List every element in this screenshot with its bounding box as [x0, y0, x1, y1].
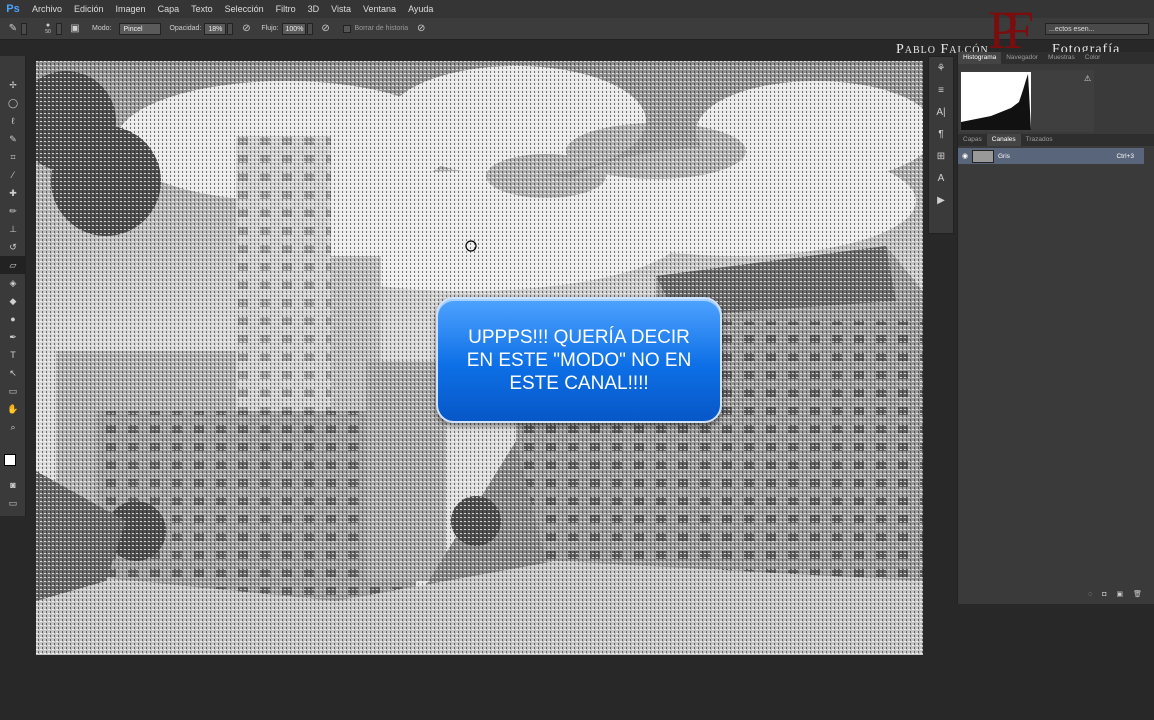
histogram-tab-row: Histograma Navegador Muestras Color: [958, 52, 1154, 64]
menu-3d[interactable]: 3D: [302, 4, 326, 14]
flow-dropdown[interactable]: [306, 22, 313, 35]
collapsed-panels-strip: ⚘ ≡ A| ¶ ⊞ A ▶: [928, 56, 954, 234]
opacity-label: Opacidad:: [169, 25, 202, 32]
airbrush-icon[interactable]: ⊘: [319, 22, 333, 36]
eraser-tool-button-icon[interactable]: ▱: [0, 256, 26, 274]
actions-icon[interactable]: A: [929, 167, 953, 189]
histogram-graph: [961, 72, 1031, 130]
healing-brush-tool-icon[interactable]: ✚: [0, 184, 26, 202]
brush-size-dropdown[interactable]: [56, 22, 62, 35]
options-bar: ✎ ● 50 ▣ Modo: Pincel Opacidad: 18% ⊘ Flu…: [0, 18, 1154, 40]
watermark-monogram: PF: [988, 0, 1034, 60]
blur-tool-icon[interactable]: ◆: [0, 292, 26, 310]
menu-imagen[interactable]: Imagen: [110, 4, 152, 14]
brush-presets-icon[interactable]: ≡: [929, 79, 953, 101]
menu-edicion[interactable]: Edición: [68, 4, 110, 14]
quick-select-tool-icon[interactable]: ✎: [0, 130, 26, 148]
lasso-tool-icon[interactable]: ℓ: [0, 112, 26, 130]
photoshop-logo: Ps: [6, 3, 20, 15]
new-channel-icon[interactable]: ▣: [1116, 590, 1123, 598]
menu-ventana[interactable]: Ventana: [357, 4, 402, 14]
brush-tip-icon: ● 50: [45, 21, 51, 35]
menu-archivo[interactable]: Archivo: [26, 4, 68, 14]
tab-histograma[interactable]: Histograma: [958, 52, 1002, 64]
menu-bar: Ps Archivo Edición Imagen Capa Texto Sel…: [0, 0, 1154, 18]
shape-tool-icon[interactable]: ▭: [0, 382, 26, 400]
channel-name: Gris: [998, 152, 1010, 160]
brush-panel-icon[interactable]: ▣: [68, 22, 82, 36]
channel-shortcut: Ctrl+3: [1116, 152, 1134, 160]
layers-tab-row: Capas Canales Trazados: [958, 134, 1154, 146]
tab-canales[interactable]: Canales: [986, 134, 1021, 146]
tab-capas[interactable]: Capas: [958, 134, 987, 146]
histogram-area: ⚠: [960, 70, 1094, 132]
play-icon[interactable]: ▶: [929, 189, 953, 211]
tab-color[interactable]: Color: [1080, 52, 1106, 64]
tab-navegador[interactable]: Navegador: [1001, 52, 1043, 64]
menu-filtro[interactable]: Filtro: [270, 4, 302, 14]
right-panels: Histograma Navegador Muestras Color ⚠ Ca…: [957, 52, 1154, 604]
erase-history-label: Borrar de historia: [354, 25, 409, 32]
visibility-eye-icon[interactable]: ◉: [958, 152, 972, 160]
dodge-tool-icon[interactable]: ●: [0, 310, 26, 328]
character-icon[interactable]: A|: [929, 101, 953, 123]
type-tool-icon[interactable]: T: [0, 346, 26, 364]
tools-panel: ✢ ◯ ℓ ✎ ⌗ ⁄ ✚ ✏ ⊥ ↺ ▱ ◈ ◆ ● ✒ T ↖ ▭ ✋ ⌕ …: [0, 56, 26, 516]
clone-stamp-tool-icon[interactable]: ⊥: [0, 220, 26, 238]
brush-size-picker[interactable]: ● 50: [41, 22, 62, 36]
tab-trazados[interactable]: Trazados: [1021, 134, 1058, 146]
histogram-warning-icon[interactable]: ⚠: [1084, 74, 1091, 83]
eyedropper-tool-icon[interactable]: ⁄: [0, 166, 26, 184]
brush-size-value: 50: [45, 28, 51, 35]
channel-row[interactable]: ◉ Gris Ctrl+3: [958, 148, 1144, 164]
menu-seleccion[interactable]: Selección: [219, 4, 270, 14]
channels-footer: ◌ ◘ ▣ 🗑: [958, 586, 1154, 602]
screen-mode-icon[interactable]: ▭: [0, 494, 26, 512]
move-tool-icon[interactable]: ✢: [0, 76, 26, 94]
menu-capa[interactable]: Capa: [152, 4, 186, 14]
eraser-tool-icon[interactable]: ✎: [6, 22, 20, 36]
brush-tool-icon[interactable]: ✏: [0, 202, 26, 220]
callout-bubble: UPPPS!!! QUERÍA DECIR EN ESTE "MODO" NO …: [436, 297, 722, 423]
flow-label: Flujo:: [261, 25, 279, 32]
pen-tool-icon[interactable]: ✒: [0, 328, 26, 346]
save-selection-icon[interactable]: ◘: [1102, 591, 1106, 598]
erase-history-checkbox[interactable]: [342, 24, 351, 33]
clone-source-icon[interactable]: ⊞: [929, 145, 953, 167]
marquee-tool-icon[interactable]: ◯: [0, 94, 26, 112]
paragraph-icon[interactable]: ¶: [929, 123, 953, 145]
mode-select[interactable]: Pincel: [119, 22, 162, 35]
channel-thumbnail: [972, 149, 994, 163]
foreground-color-swatch[interactable]: [4, 454, 16, 466]
tab-muestras[interactable]: Muestras: [1043, 52, 1080, 64]
history-brush-tool-icon[interactable]: ↺: [0, 238, 26, 256]
menu-vista[interactable]: Vista: [325, 4, 357, 14]
tool-preset-dropdown[interactable]: [21, 22, 27, 35]
load-selection-icon[interactable]: ◌: [1088, 591, 1092, 598]
hand-tool-icon[interactable]: ✋: [0, 400, 26, 418]
pressure-size-icon[interactable]: ⊘: [414, 22, 428, 36]
menu-ayuda[interactable]: Ayuda: [402, 4, 439, 14]
flow-field[interactable]: 100%: [281, 22, 306, 35]
opacity-dropdown[interactable]: [227, 22, 234, 35]
delete-channel-icon[interactable]: 🗑: [1133, 590, 1142, 598]
tool-presets-icon[interactable]: ⚘: [929, 57, 953, 79]
paint-bucket-tool-icon[interactable]: ◈: [0, 274, 26, 292]
crop-tool-icon[interactable]: ⌗: [0, 148, 26, 166]
path-select-tool-icon[interactable]: ↖: [0, 364, 26, 382]
pressure-opacity-icon[interactable]: ⊘: [239, 22, 253, 36]
workspace-select[interactable]: ...ectos esen...: [1045, 23, 1149, 35]
opacity-field[interactable]: 18%: [204, 22, 227, 35]
mode-label: Modo:: [92, 25, 112, 32]
menu-texto[interactable]: Texto: [185, 4, 219, 14]
quick-mask-icon[interactable]: ◙: [0, 476, 26, 494]
zoom-tool-icon[interactable]: ⌕: [0, 418, 26, 436]
